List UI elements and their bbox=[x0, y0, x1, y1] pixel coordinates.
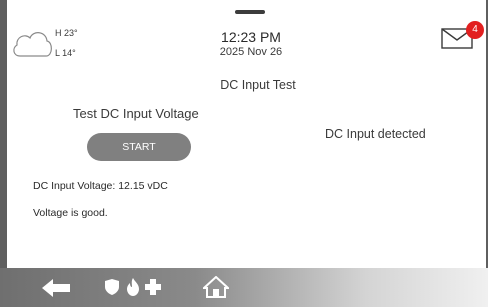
voltage-reading: DC Input Voltage: 12.15 vDC bbox=[33, 180, 168, 192]
fire-icon[interactable] bbox=[126, 278, 140, 296]
start-button[interactable]: START bbox=[87, 133, 191, 161]
bottom-nav-bar bbox=[0, 268, 488, 307]
back-arrow-icon[interactable] bbox=[42, 279, 70, 297]
shield-icon[interactable] bbox=[105, 279, 119, 295]
clock-time: 12:23 PM bbox=[221, 29, 281, 45]
screen: H 23° L 14° 12:23 PM 2025 Nov 26 4 DC In… bbox=[7, 0, 486, 307]
clock-date: 2025 Nov 26 bbox=[219, 46, 283, 58]
dc-input-status: DC Input detected bbox=[325, 127, 426, 141]
voltage-result: Voltage is good. bbox=[33, 207, 108, 219]
page-title: DC Input Test bbox=[220, 78, 296, 92]
section-title: Test DC Input Voltage bbox=[73, 106, 199, 121]
home-icon[interactable] bbox=[203, 276, 229, 298]
message-count-badge: 4 bbox=[466, 21, 484, 39]
pull-down-handle[interactable] bbox=[235, 10, 265, 14]
medical-cross-icon[interactable] bbox=[145, 279, 161, 295]
